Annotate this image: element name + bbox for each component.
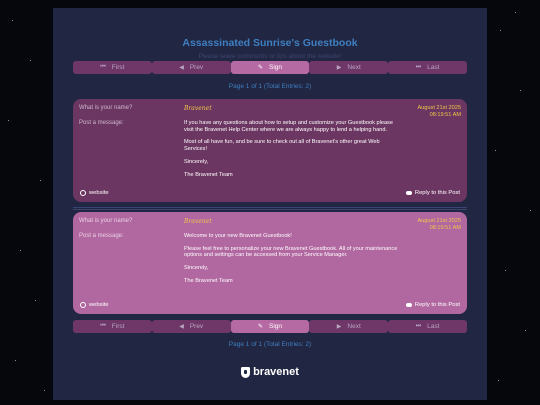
first-label: First — [111, 64, 125, 71]
name-label: What is your name? — [79, 218, 133, 224]
first-label: First — [111, 323, 125, 330]
next-icon: ▶ — [336, 324, 342, 330]
last-button[interactable]: ⏭ Last — [388, 61, 467, 74]
last-page-icon: ⏭ — [415, 323, 422, 329]
comment-icon — [405, 191, 412, 195]
pencil-icon: ✎ — [257, 324, 263, 330]
sign-button[interactable]: ✎ Sign — [230, 320, 310, 333]
page-info-top: Page 1 of 1 (Total Entries: 2) — [228, 83, 312, 90]
name-label: What is your name? — [79, 105, 133, 111]
last-button[interactable]: ⏭ Last — [388, 320, 467, 333]
message-label: Post a message: — [79, 233, 124, 239]
first-page-icon: ⏮ — [100, 64, 106, 70]
next-label: Next — [347, 323, 361, 330]
prev-label: Prev — [189, 64, 204, 71]
entry-divider — [73, 209, 467, 210]
page-title: Assassinated Sunrise's Guestbook — [182, 37, 358, 49]
bravenet-logo[interactable]: bravenet — [53, 366, 487, 378]
prev-button[interactable]: ◀ Prev — [151, 61, 231, 74]
entry-message: If you have any questions about how to s… — [184, 120, 393, 178]
last-label: Last — [427, 64, 440, 71]
last-label: Last — [427, 323, 440, 330]
entry-author: Bravenet — [184, 105, 212, 112]
first-page-icon: ⏮ — [100, 323, 106, 329]
pencil-icon: ✎ — [257, 65, 263, 71]
reply-link[interactable]: Reply to this Post — [405, 302, 460, 308]
guestbook-panel: Assassinated Sunrise's Guestbook Please … — [53, 8, 487, 400]
message-label: Post a message: — [79, 120, 124, 126]
guestbook-entry: What is your name? Post a message: Brave… — [73, 99, 467, 202]
last-page-icon: ⏭ — [415, 64, 422, 70]
guestbook-entry: What is your name? Post a message: Brave… — [73, 212, 467, 314]
next-button[interactable]: ▶ Next — [309, 61, 389, 74]
page-info-bottom: Page 1 of 1 (Total Entries: 2) — [228, 341, 312, 348]
shield-icon — [241, 366, 251, 378]
next-icon: ▶ — [336, 65, 342, 71]
first-button[interactable]: ⏮ First — [73, 61, 152, 74]
top-pagination: ⏮ First ◀ Prev ✎ Sign ▶ Next ⏭ Last — [73, 61, 467, 74]
comment-icon — [405, 303, 412, 307]
website-link[interactable]: website — [80, 190, 109, 196]
next-button[interactable]: ▶ Next — [309, 320, 389, 333]
website-link[interactable]: website — [80, 302, 109, 308]
prev-label: Prev — [189, 323, 204, 330]
reply-link[interactable]: Reply to this Post — [405, 190, 460, 196]
next-label: Next — [347, 64, 361, 71]
entry-message: Welcome to your new Bravenet Guestbook! … — [184, 233, 398, 284]
entry-date: August 21st 2025 08:19:51 AM — [417, 218, 461, 231]
sign-label: Sign — [269, 323, 283, 330]
sign-button[interactable]: ✎ Sign — [230, 61, 310, 74]
first-button[interactable]: ⏮ First — [73, 320, 152, 333]
entry-author: Bravenet — [184, 218, 212, 225]
bottom-pagination: ⏮ First ◀ Prev ✎ Sign ▶ Next ⏭ Last — [73, 320, 467, 333]
prev-icon: ◀ — [179, 65, 184, 71]
entry-date: August 21st 2025 08:19:51 AM — [417, 105, 461, 118]
globe-icon — [80, 302, 86, 308]
prev-icon: ◀ — [179, 324, 184, 330]
prev-button[interactable]: ◀ Prev — [151, 320, 231, 333]
entry-divider — [73, 207, 467, 208]
globe-icon — [80, 190, 86, 196]
sign-label: Sign — [269, 64, 283, 71]
page-subtitle: Please leave comments or tips about the … — [198, 53, 342, 60]
